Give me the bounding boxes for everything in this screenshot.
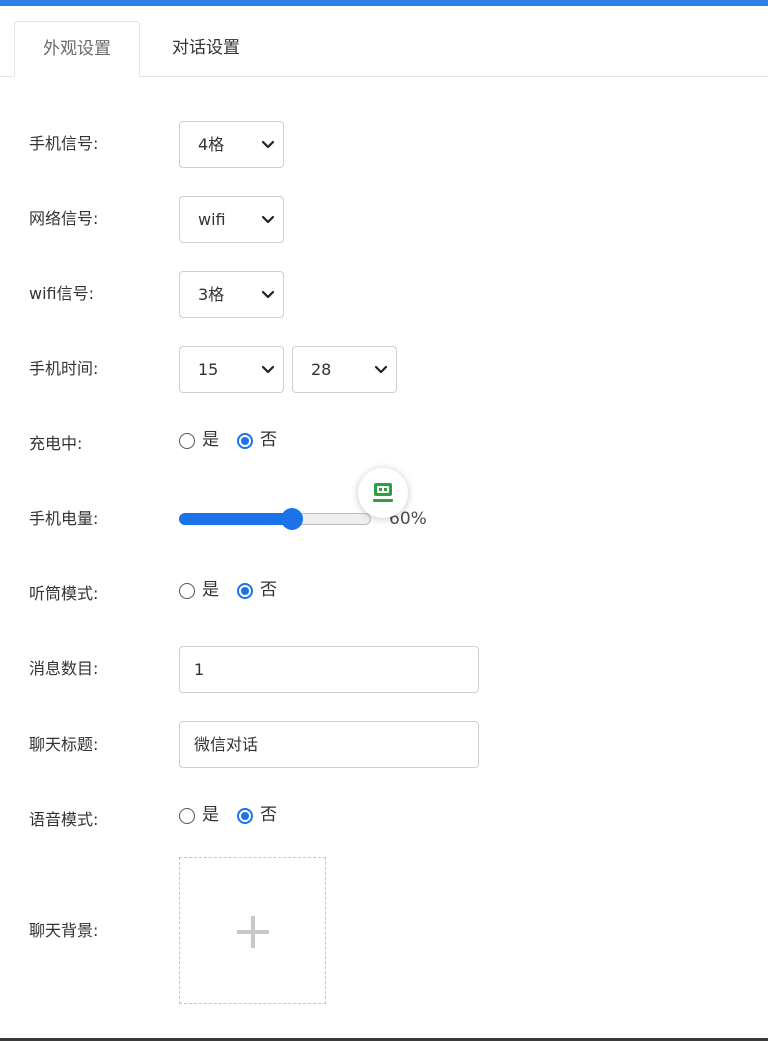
tab-strip: 外观设置 对话设置 [0,6,768,77]
voice-radio-yes-label: 是 [202,805,219,825]
battery-slider[interactable] [179,507,371,531]
radio-checked-icon [237,808,253,824]
charging-radio-no-label: 否 [260,430,277,450]
chevron-down-icon [261,365,275,374]
chevron-down-icon [261,140,275,149]
charging-radio-no[interactable]: 否 [237,430,287,454]
earpiece-radio-yes-label: 是 [202,580,219,600]
time-label: 手机时间: [29,359,99,378]
chat-title-value: 微信对话 [194,735,259,754]
robot-icon [373,483,393,502]
battery-label: 手机电量: [29,509,99,528]
hour-select-value: 15 [198,360,219,379]
slider-handle[interactable] [281,508,303,530]
radio-unchecked-icon [179,583,195,599]
network-select[interactable]: wifi [179,196,284,243]
earpiece-radio-yes[interactable]: 是 [179,580,229,604]
radio-checked-icon [237,433,253,449]
message-count-input[interactable]: 1 [179,646,479,693]
tab-dialog-settings[interactable]: 对话设置 [150,21,262,77]
voice-label: 语音模式: [29,810,99,829]
voice-radio-no[interactable]: 否 [237,805,287,829]
earpiece-radio-no-label: 否 [260,580,277,600]
network-select-value: wifi [198,210,226,229]
radio-checked-icon [237,583,253,599]
charging-label: 充电中: [29,434,83,453]
voice-radio-no-label: 否 [260,805,277,825]
earpiece-radio-no[interactable]: 否 [237,580,287,604]
plus-icon [237,916,269,948]
slider-fill [179,513,292,525]
wifi-label: wifi信号: [29,284,95,303]
charging-radio-yes[interactable]: 是 [179,430,229,454]
signal-label: 手机信号: [29,134,99,153]
messages-label: 消息数目: [29,659,99,678]
message-count-value: 1 [194,660,205,679]
signal-select-value: 4格 [198,135,225,154]
charging-radio-yes-label: 是 [202,430,219,450]
chevron-down-icon [261,215,275,224]
tab-appearance-settings[interactable]: 外观设置 [14,21,140,77]
hour-select[interactable]: 15 [179,346,284,393]
wifi-select[interactable]: 3格 [179,271,284,318]
background-label: 聊天背景: [29,921,99,940]
voice-radio-yes[interactable]: 是 [179,805,229,829]
chat-title-input[interactable]: 微信对话 [179,721,479,768]
wifi-select-value: 3格 [198,285,225,304]
chat-title-label: 聊天标题: [29,735,99,754]
earpiece-label: 听筒模式: [29,584,99,603]
network-label: 网络信号: [29,209,99,228]
signal-select[interactable]: 4格 [179,121,284,168]
minute-select-value: 28 [311,360,332,379]
chevron-down-icon [261,290,275,299]
chevron-down-icon [374,365,388,374]
floating-assistant-button[interactable] [358,468,408,518]
radio-unchecked-icon [179,808,195,824]
minute-select[interactable]: 28 [292,346,397,393]
background-upload[interactable] [179,857,326,1004]
radio-unchecked-icon [179,433,195,449]
